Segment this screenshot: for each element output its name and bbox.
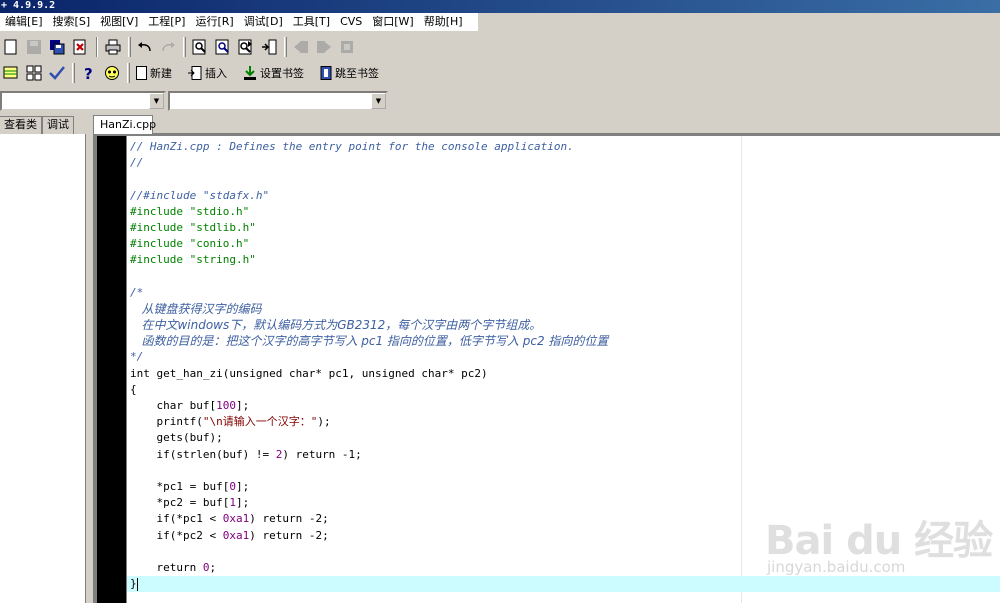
undo-icon[interactable] <box>134 36 156 58</box>
redo-icon[interactable] <box>157 36 179 58</box>
find-icon[interactable] <box>189 36 211 58</box>
code-line: char buf[100]; <box>130 399 250 412</box>
main-toolbar <box>0 34 359 60</box>
window-title: + 4.9.9.2 <box>0 0 1000 13</box>
class-combo-row: ▼ ▼ <box>0 89 388 113</box>
insert-button[interactable]: 插入 <box>185 62 232 84</box>
code-line: } <box>130 577 138 591</box>
replace-icon[interactable] <box>212 36 234 58</box>
tab-class-view[interactable]: 查看类 <box>0 116 42 134</box>
code-line: *pc1 = buf[0]; <box>130 479 250 493</box>
about-icon[interactable] <box>101 62 123 84</box>
prev-window-icon[interactable] <box>290 36 312 58</box>
code-line: // HanZi.cpp : Defines the entry point f… <box>130 140 574 153</box>
print-icon[interactable] <box>102 36 124 58</box>
save-icon[interactable] <box>23 36 45 58</box>
code-text: // HanZi.cpp : Defines the entry point f… <box>130 139 608 592</box>
code-line: if(*pc2 < 0xa1) return -2; <box>130 528 329 542</box>
code-line: 在中文windows下，默认编码方式为GB2312，每个汉字由两个字节组成。 <box>130 318 542 333</box>
class-select[interactable]: ▼ <box>0 91 166 111</box>
code-line: *pc2 = buf[1]; <box>130 496 250 510</box>
code-line: { <box>130 382 137 396</box>
menu-bar: 编辑[E] 搜索[S] 视图[V] 工程[P] 运行[R] 调试[D] 工具[T… <box>0 13 478 31</box>
find-next-icon[interactable] <box>235 36 257 58</box>
code-line: //#include "stdafx.h" <box>130 188 270 202</box>
close-all-icon[interactable] <box>336 36 358 58</box>
menu-project[interactable]: 工程[P] <box>143 13 190 31</box>
menu-tools[interactable]: 工具[T] <box>288 13 335 31</box>
code-line: return 0; <box>130 560 217 574</box>
grid-icon[interactable] <box>23 62 45 84</box>
tab-debug[interactable]: 调试 <box>42 116 74 134</box>
menu-cvs[interactable]: CVS <box>335 13 367 31</box>
menu-window[interactable]: 窗口[W] <box>367 13 418 31</box>
code-line: #include "string.h" <box>130 253 256 267</box>
code-line: #include "stdlib.h" <box>130 220 256 234</box>
code-editor[interactable]: // HanZi.cpp : Defines the entry point f… <box>127 136 1000 603</box>
editor-gutter[interactable] <box>97 136 126 603</box>
tab-hanzi-cpp[interactable]: HanZi.cpp <box>93 115 156 134</box>
set-bookmark-label: 设置书签 <box>260 67 304 80</box>
code-line: #include "conio.h" <box>130 237 250 251</box>
menu-edit[interactable]: 编辑[E] <box>0 13 48 31</box>
left-panel-tabs: 查看类 调试 <box>0 116 86 134</box>
insert-button-label: 插入 <box>205 67 227 80</box>
goto-bookmark-label: 跳至书签 <box>335 67 379 80</box>
code-line: if(*pc1 < 0xa1) return -2; <box>130 512 329 526</box>
chevron-down-icon[interactable]: ▼ <box>371 93 386 109</box>
text-caret <box>136 577 138 591</box>
right-margin-line <box>741 136 742 603</box>
goto-bookmark-button[interactable]: 跳至书签 <box>317 62 384 84</box>
goto-bookmark-icon <box>320 66 332 80</box>
set-bookmark-icon <box>243 66 257 80</box>
new-button-label: 新建 <box>150 67 172 80</box>
member-select[interactable]: ▼ <box>168 91 388 111</box>
code-line: int get_han_zi(unsigned char* pc1, unsig… <box>130 366 488 380</box>
svg-text:?: ? <box>84 65 93 81</box>
menu-bar-filler <box>478 13 1000 31</box>
panel-splitter[interactable] <box>86 116 93 603</box>
code-line: // <box>130 156 144 170</box>
menu-search[interactable]: 搜索[S] <box>48 13 96 31</box>
code-line: /* <box>130 285 144 299</box>
set-bookmark-button[interactable]: 设置书签 <box>240 62 309 84</box>
code-line: 从键盘获得汉字的编码 <box>130 301 262 316</box>
secondary-toolbar: ? 新建 插入 设置书签 跳至书签 <box>0 60 392 86</box>
new-file-icon[interactable] <box>0 36 22 58</box>
class-browser-panel[interactable] <box>0 134 86 603</box>
code-line: if(strlen(buf) != 2) return -1; <box>130 447 362 461</box>
close-file-icon[interactable] <box>69 36 91 58</box>
new-button[interactable]: 新建 <box>133 62 177 84</box>
code-line: #include "stdio.h" <box>130 204 250 218</box>
menu-help[interactable]: 帮助[H] <box>419 13 468 31</box>
help-icon[interactable]: ? <box>78 62 100 84</box>
menu-view[interactable]: 视图[V] <box>95 13 143 31</box>
chevron-down-icon[interactable]: ▼ <box>149 93 164 109</box>
check-icon[interactable] <box>46 62 68 84</box>
next-window-icon[interactable] <box>313 36 335 58</box>
code-line: printf("\n请输入一个汉字："); <box>130 415 331 429</box>
code-line: */ <box>130 350 144 364</box>
menu-debug[interactable]: 调试[D] <box>239 13 288 31</box>
goto-line-icon[interactable] <box>258 36 280 58</box>
insert-icon <box>188 66 202 80</box>
save-all-icon[interactable] <box>46 36 68 58</box>
code-line: 函数的目的是：把这个汉字的高字节写入 pc1 指向的位置，低字节写入 pc2 指… <box>130 334 609 349</box>
code-line: gets(buf); <box>130 431 223 445</box>
menu-run[interactable]: 运行[R] <box>190 13 238 31</box>
class-browser-icon[interactable] <box>0 62 22 84</box>
new-icon <box>136 66 147 80</box>
